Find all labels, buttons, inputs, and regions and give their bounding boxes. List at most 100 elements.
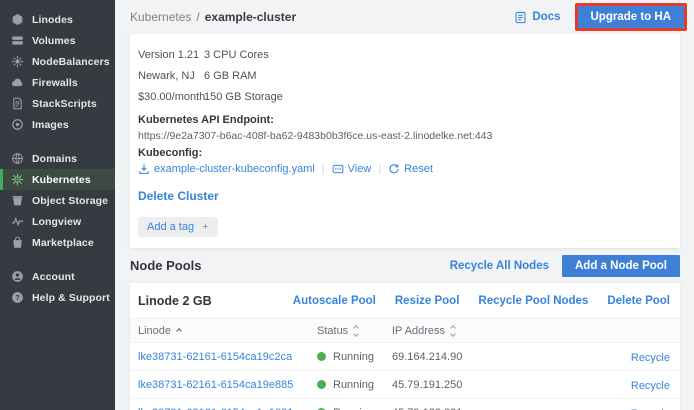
kubeconfig-view-link[interactable]: View — [332, 163, 372, 175]
cluster-region: Newark, NJ — [138, 70, 204, 82]
kubernetes-icon — [11, 173, 24, 186]
sidebar-item-label: Marketplace — [32, 237, 94, 249]
sidebar-item-domains[interactable]: Domains — [0, 148, 115, 169]
stackscripts-icon — [11, 97, 24, 110]
node-ip: 69.164.214.90 — [392, 351, 587, 363]
status-running-icon — [317, 352, 326, 361]
sidebar-item-marketplace[interactable]: Marketplace — [0, 232, 115, 253]
column-header-linode[interactable]: Linode — [130, 325, 317, 337]
sort-icon — [451, 326, 455, 336]
sidebar-group-services: Domains Kubernetes Object Storage Longvi… — [0, 148, 115, 253]
node-ip: 45.79.191.250 — [392, 379, 587, 391]
longview-icon — [11, 215, 24, 228]
node-link[interactable]: lke38731-62161-6154ca19c2ca — [130, 351, 317, 363]
node-status: Running — [317, 407, 392, 410]
node-ip: 45.79.138.221 — [392, 407, 587, 410]
view-icon — [332, 163, 344, 175]
marketplace-icon — [11, 236, 24, 249]
node-link[interactable]: lke38731-62161-6154ca1a1021 — [130, 407, 317, 410]
sidebar-item-label: Domains — [32, 153, 77, 165]
sidebar-item-label: Object Storage — [32, 195, 108, 207]
kubeconfig-block: Kubeconfig: example-cluster-kubeconfig.y… — [130, 142, 680, 175]
kubeconfig-reset-link[interactable]: Reset — [388, 163, 433, 175]
sidebar-item-label: Images — [32, 119, 69, 131]
svg-text:?: ? — [15, 293, 20, 302]
plus-icon: + — [202, 221, 208, 233]
sidebar: Linodes Volumes NodeBalancers Firewalls … — [0, 0, 115, 410]
api-endpoint-block: Kubernetes API Endpoint: https://9e2a730… — [130, 109, 680, 142]
cluster-summary-card: Version 1.21 3 CPU Cores Newark, NJ 6 GB… — [130, 34, 680, 248]
firewalls-icon — [11, 76, 24, 89]
sidebar-group-compute: Linodes Volumes NodeBalancers Firewalls … — [0, 9, 115, 135]
sidebar-group-account: Account ? Help & Support — [0, 266, 115, 308]
sort-icon — [354, 326, 358, 336]
sidebar-item-linodes[interactable]: Linodes — [0, 9, 115, 30]
volumes-icon — [11, 34, 24, 47]
sidebar-item-help-support[interactable]: ? Help & Support — [0, 287, 115, 308]
sidebar-item-label: Firewalls — [32, 77, 78, 89]
sidebar-item-nodebalancers[interactable]: NodeBalancers — [0, 51, 115, 72]
cluster-ram: 6 GB RAM — [204, 70, 672, 82]
breadcrumb-separator: / — [196, 10, 199, 24]
autoscale-pool-link[interactable]: Autoscale Pool — [293, 295, 376, 307]
table-row: lke38731-62161-6154ca1a1021 Running 45.7… — [130, 399, 680, 410]
cluster-cpu: 3 CPU Cores — [204, 49, 672, 61]
node-status: Running — [317, 379, 392, 391]
sidebar-item-stackscripts[interactable]: StackScripts — [0, 93, 115, 114]
cluster-version: Version 1.21 — [138, 49, 204, 61]
cluster-price: $30.00/month — [138, 91, 204, 103]
account-icon — [11, 270, 24, 283]
table-header-row: Linode Status IP Address — [130, 318, 680, 343]
docs-link[interactable]: Docs — [514, 11, 560, 24]
delete-pool-link[interactable]: Delete Pool — [607, 295, 670, 307]
sidebar-item-label: StackScripts — [32, 98, 97, 110]
separator: | — [378, 163, 381, 175]
tag-row: Add a tag + — [130, 207, 680, 239]
breadcrumb-section[interactable]: Kubernetes — [130, 10, 191, 24]
object-storage-icon — [11, 194, 24, 207]
upgrade-to-ha-button[interactable]: Upgrade to HA — [578, 6, 685, 28]
reset-icon — [388, 163, 400, 175]
sort-asc-icon — [176, 328, 182, 334]
column-header-ip-address[interactable]: IP Address — [392, 325, 587, 337]
nodebalancers-icon — [11, 55, 24, 68]
help-icon: ? — [11, 291, 24, 304]
sidebar-item-longview[interactable]: Longview — [0, 211, 115, 232]
add-tag-button[interactable]: Add a tag + — [138, 217, 218, 237]
api-endpoint-label: Kubernetes API Endpoint: — [138, 114, 672, 126]
download-icon — [138, 163, 150, 175]
recycle-node-link[interactable]: Recycle — [631, 352, 670, 364]
sidebar-item-object-storage[interactable]: Object Storage — [0, 190, 115, 211]
spec-row: Version 1.21 3 CPU Cores — [138, 44, 672, 65]
recycle-node-link[interactable]: Recycle — [631, 380, 670, 392]
sidebar-item-label: Help & Support — [32, 292, 110, 304]
domains-icon — [11, 152, 24, 165]
add-node-pool-button[interactable]: Add a Node Pool — [562, 255, 680, 277]
pool-card-header: Linode 2 GB Autoscale Pool Resize Pool R… — [130, 283, 680, 318]
node-link[interactable]: lke38731-62161-6154ca19e885 — [130, 379, 317, 391]
images-icon — [11, 118, 24, 131]
sidebar-item-firewalls[interactable]: Firewalls — [0, 72, 115, 93]
resize-pool-link[interactable]: Resize Pool — [395, 295, 460, 307]
kubeconfig-download-link[interactable]: example-cluster-kubeconfig.yaml — [138, 163, 315, 175]
sidebar-item-images[interactable]: Images — [0, 114, 115, 135]
sidebar-item-label: Account — [32, 271, 75, 283]
spec-row: Newark, NJ 6 GB RAM — [138, 65, 672, 86]
delete-cluster-row: Delete Cluster — [130, 175, 680, 207]
column-header-status[interactable]: Status — [317, 325, 392, 337]
recycle-all-nodes-link[interactable]: Recycle All Nodes — [450, 260, 549, 272]
main-content: Kubernetes / example-cluster Docs Upgrad… — [115, 0, 694, 410]
api-endpoint-url: https://9e2a7307-b6ac-408f-ba62-9483b0b3… — [138, 130, 672, 142]
separator: | — [322, 163, 325, 175]
node-pools-actions: Recycle All Nodes Add a Node Pool — [450, 255, 680, 277]
sidebar-item-account[interactable]: Account — [0, 266, 115, 287]
sidebar-item-label: NodeBalancers — [32, 56, 110, 68]
node-pools-header: Node Pools Recycle All Nodes Add a Node … — [115, 248, 694, 283]
sidebar-item-label: Kubernetes — [32, 174, 91, 186]
recycle-pool-nodes-link[interactable]: Recycle Pool Nodes — [478, 295, 588, 307]
pool-card: Linode 2 GB Autoscale Pool Resize Pool R… — [130, 283, 680, 410]
sidebar-item-label: Linodes — [32, 14, 73, 26]
sidebar-item-kubernetes[interactable]: Kubernetes — [0, 169, 115, 190]
sidebar-item-volumes[interactable]: Volumes — [0, 30, 115, 51]
delete-cluster-link[interactable]: Delete Cluster — [138, 189, 219, 203]
